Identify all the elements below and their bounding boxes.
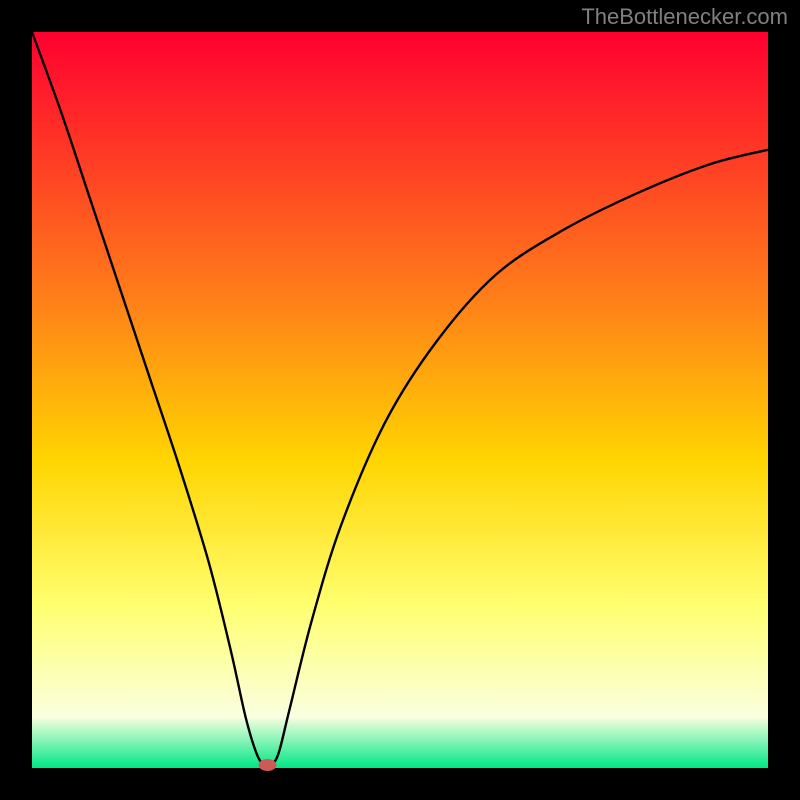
chart-frame: TheBottlenecker.com	[0, 0, 800, 800]
current-point-marker	[259, 759, 277, 771]
plot-background	[32, 32, 768, 768]
watermark-text: TheBottlenecker.com	[581, 4, 788, 30]
bottleneck-chart	[0, 0, 800, 800]
